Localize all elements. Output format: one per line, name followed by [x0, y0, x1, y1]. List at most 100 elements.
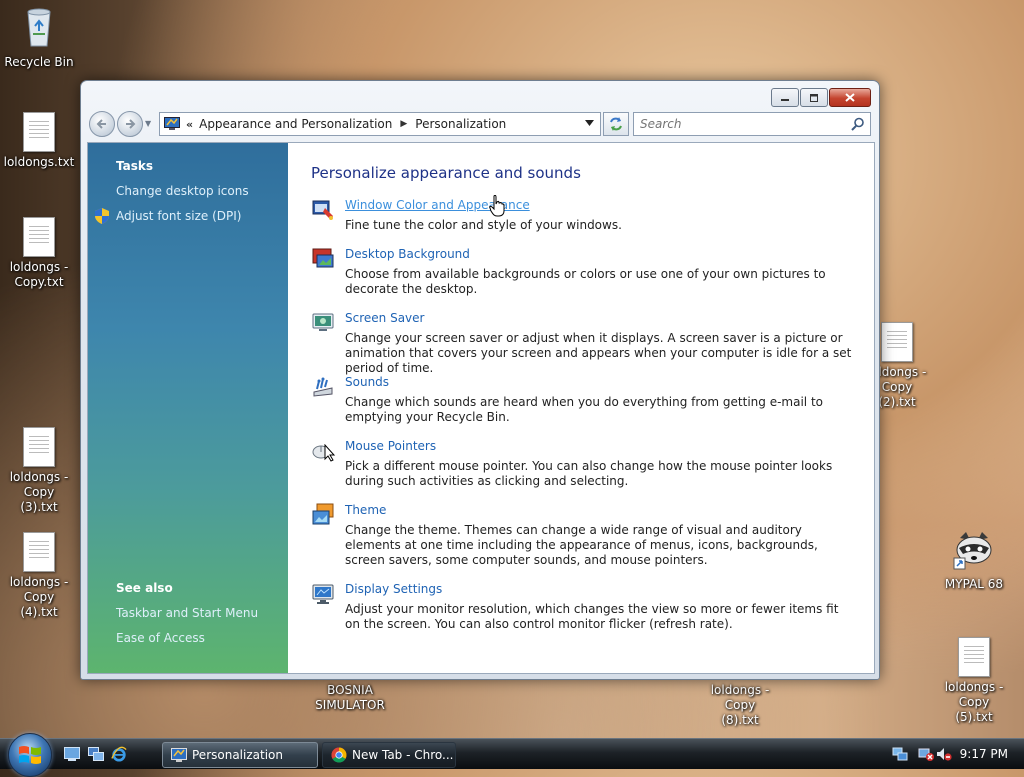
chevron-down-icon[interactable] [585, 120, 594, 126]
window-color-icon [312, 200, 333, 220]
desktop-background-icon [312, 248, 334, 268]
uac-shield-icon [95, 208, 109, 224]
desktop-icon-label: loldongs.txt [3, 155, 75, 169]
link-window-color-and-appearance[interactable]: Window Color and Appearance [345, 198, 530, 212]
security-alert-icon[interactable] [918, 746, 934, 762]
theme-icon [312, 503, 334, 525]
address-bar[interactable]: « Appearance and Personalization ▶ Perso… [159, 112, 601, 136]
desktop-icon-mypal[interactable]: MYPAL 68 [936, 530, 1012, 592]
item-description: Choose from available backgrounds or col… [345, 267, 826, 296]
back-button[interactable] [89, 111, 115, 137]
minimize-button[interactable] [771, 88, 799, 107]
item-description: Change the theme. Themes can change a wi… [345, 523, 818, 567]
desktop-icon-label: loldongs - Copy (4).txt [9, 575, 69, 619]
breadcrumb-appearance-and-personalization[interactable]: Appearance and Personalization [199, 117, 392, 131]
switch-windows-icon[interactable] [88, 747, 104, 761]
control-panel-icon [164, 117, 180, 130]
taskbar-button-label: New Tab - Chro... [352, 748, 454, 762]
link-mouse-pointers[interactable]: Mouse Pointers [345, 439, 436, 453]
chrome-icon [331, 747, 347, 763]
list-item-window-color: Window Color and Appearance Fine tune th… [311, 198, 856, 234]
text-file-icon [23, 532, 55, 572]
desktop-icon-label: loldongs - Copy (3).txt [9, 470, 69, 514]
list-item-screen-saver: Screen Saver Change your screen saver or… [311, 311, 856, 375]
search-icon[interactable] [851, 117, 865, 131]
maximize-button[interactable] [800, 88, 828, 107]
desktop-icon-label: MYPAL 68 [944, 577, 1004, 591]
display-settings-icon [312, 584, 334, 604]
internet-explorer-icon[interactable] [111, 745, 127, 763]
link-desktop-background[interactable]: Desktop Background [345, 247, 470, 261]
desktop-icon-label: loldongs - Copy (8).txt [710, 683, 770, 727]
desktop-icon-loldongs-copy[interactable]: loldongs - Copy.txt [1, 217, 77, 290]
item-description: Change your screen saver or adjust when … [345, 331, 852, 375]
sounds-icon [313, 377, 333, 397]
item-description: Change which sounds are heard when you d… [345, 395, 823, 424]
desktop-icon-loldongs-copy-8[interactable]: loldongs - Copy (8).txt [702, 683, 778, 728]
desktop-icon-label: Recycle Bin [4, 55, 74, 69]
list-item-mouse-pointers: Mouse Pointers Pick a different mouse po… [311, 439, 856, 489]
breadcrumb-overflow-chevron[interactable]: « [186, 118, 193, 131]
desktop-icon-label: BOSNIA SIMULATOR [315, 683, 385, 712]
desktop-icon-bosnia-simulator[interactable]: BOSNIA SIMULATOR [312, 683, 388, 713]
search-box[interactable] [633, 112, 871, 136]
text-file-icon [958, 637, 990, 677]
minimize-icon [781, 98, 789, 101]
see-also-heading: See also [116, 581, 173, 595]
arrow-right-icon [126, 119, 136, 129]
text-file-icon [23, 112, 55, 152]
taskbar-button-chrome[interactable]: New Tab - Chro... [322, 742, 456, 768]
breadcrumb-separator-icon[interactable]: ▶ [400, 119, 407, 129]
windows-logo-icon [19, 746, 41, 764]
text-file-icon [881, 322, 913, 362]
desktop-icon-recycle-bin[interactable]: Recycle Bin [1, 4, 77, 70]
mouse-pointers-icon [312, 445, 330, 459]
refresh-button[interactable] [603, 112, 629, 136]
desktop-icon-loldongs[interactable]: loldongs.txt [1, 112, 77, 170]
close-icon [845, 93, 855, 102]
recent-pages-dropdown[interactable]: ▼ [145, 119, 151, 128]
task-link-change-desktop-icons[interactable]: Change desktop icons [116, 184, 249, 198]
desktop-icon-loldongs-copy-4[interactable]: loldongs - Copy (4).txt [1, 532, 77, 620]
start-button[interactable] [8, 733, 52, 777]
task-link-adjust-font-size[interactable]: Adjust font size (DPI) [116, 209, 241, 223]
link-display-settings[interactable]: Display Settings [345, 582, 442, 596]
raccoon-shortcut-icon [953, 532, 992, 570]
refresh-icon [610, 117, 622, 131]
personalization-window: ▼ « Appearance and Personalization ▶ Per… [80, 80, 880, 680]
close-button[interactable] [829, 88, 871, 107]
list-item-theme: Theme Change the theme. Themes can chang… [311, 503, 856, 567]
list-item-display-settings: Display Settings Adjust your monitor res… [311, 582, 856, 632]
text-file-icon [23, 427, 55, 467]
list-item-desktop-background: Desktop Background Choose from available… [311, 247, 856, 297]
desktop-icon-label: loldongs - Copy.txt [9, 260, 69, 289]
main-pane: Personalize appearance and sounds Window… [288, 143, 874, 673]
link-theme[interactable]: Theme [345, 503, 386, 517]
link-screen-saver[interactable]: Screen Saver [345, 311, 424, 325]
see-also-link-taskbar-start-menu[interactable]: Taskbar and Start Menu [116, 606, 258, 620]
recycle-bin-icon [27, 8, 51, 47]
tasks-heading: Tasks [116, 159, 154, 173]
link-sounds[interactable]: Sounds [345, 375, 389, 389]
desktop-icon-label: loldongs - Copy (5).txt [944, 680, 1004, 724]
taskbar-button-personalization[interactable]: Personalization [162, 742, 318, 768]
navigation-bar: ▼ « Appearance and Personalization ▶ Per… [87, 111, 873, 137]
item-description: Fine tune the color and style of your wi… [345, 218, 622, 232]
desktop-icon-loldongs-copy-5[interactable]: loldongs - Copy (5).txt [936, 637, 1012, 725]
page-title: Personalize appearance and sounds [311, 164, 581, 182]
forward-button[interactable] [117, 111, 143, 137]
see-also-link-ease-of-access[interactable]: Ease of Access [116, 631, 205, 645]
show-desktop-icon[interactable] [64, 747, 80, 761]
system-tray: 9:17 PM [884, 739, 1024, 769]
clock[interactable]: 9:17 PM [960, 747, 1008, 761]
control-panel-icon [171, 748, 187, 762]
volume-muted-icon[interactable] [936, 746, 952, 762]
arrow-left-icon [96, 119, 106, 129]
desktop-icon-loldongs-copy-3[interactable]: loldongs - Copy (3).txt [1, 427, 77, 515]
taskbar-button-label: Personalization [192, 748, 283, 762]
taskbar: Personalization New Tab - Chro... 9:17 P [0, 733, 1024, 777]
network-icon[interactable] [892, 746, 908, 762]
item-description: Adjust your monitor resolution, which ch… [345, 602, 839, 631]
breadcrumb-personalization[interactable]: Personalization [415, 117, 506, 131]
search-input[interactable] [638, 116, 842, 132]
